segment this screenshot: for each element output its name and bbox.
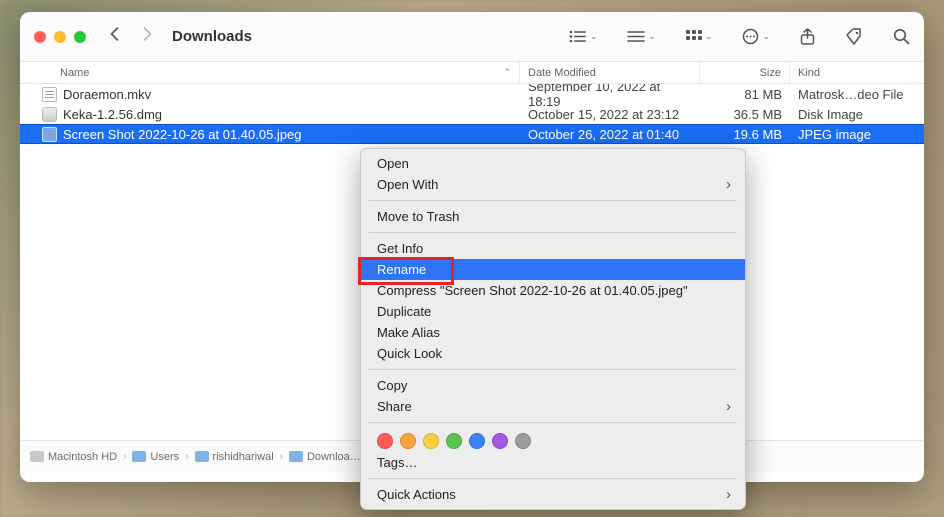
path-segment[interactable]: Downloa… — [289, 451, 361, 463]
file-kind: JPEG image — [790, 127, 924, 142]
path-segment[interactable]: Users — [132, 451, 179, 463]
menu-item-move-to-trash[interactable]: Move to Trash — [361, 206, 745, 227]
menu-separator — [369, 478, 737, 479]
menu-item-share[interactable]: Share — [361, 396, 745, 417]
chevron-down-icon: ⌄ — [705, 31, 713, 42]
file-size: 19.6 MB — [700, 127, 790, 142]
window-controls — [34, 31, 86, 43]
menu-item-quick-actions[interactable]: Quick Actions — [361, 484, 745, 505]
path-separator-icon: › — [280, 451, 283, 462]
menu-separator — [369, 200, 737, 201]
minimize-window-button[interactable] — [54, 31, 66, 43]
chevron-down-icon: ⌄ — [590, 31, 598, 42]
back-button[interactable] — [108, 27, 122, 46]
menu-item-tags[interactable]: Tags… — [361, 452, 745, 473]
menu-item-copy[interactable]: Copy — [361, 375, 745, 396]
file-date: October 15, 2022 at 23:12 — [520, 107, 700, 122]
menu-separator — [369, 232, 737, 233]
file-date: October 26, 2022 at 01:40 — [520, 127, 700, 142]
window-title: Downloads — [172, 28, 252, 45]
menu-separator — [369, 369, 737, 370]
search-button[interactable] — [893, 28, 910, 45]
file-row[interactable]: Keka-1.2.56.dmg October 15, 2022 at 23:1… — [20, 104, 924, 124]
tag-color-dot[interactable] — [515, 433, 531, 449]
chevron-down-icon: ⌄ — [648, 31, 656, 42]
path-separator-icon: › — [185, 451, 188, 462]
path-separator-icon: › — [123, 451, 126, 462]
menu-item-get-info[interactable]: Get Info — [361, 238, 745, 259]
file-icon — [42, 87, 57, 102]
folder-icon — [195, 451, 209, 462]
tag-color-dot[interactable] — [469, 433, 485, 449]
file-kind: Matrosk…deo File — [790, 87, 924, 102]
folder-icon — [289, 451, 303, 462]
file-row[interactable]: Doraemon.mkv September 10, 2022 at 18:19… — [20, 84, 924, 104]
view-list-button[interactable]: ⌄ — [569, 30, 598, 43]
file-icon — [42, 127, 57, 142]
path-segment[interactable]: Macintosh HD — [30, 451, 117, 463]
zoom-window-button[interactable] — [74, 31, 86, 43]
context-menu: OpenOpen With Move to Trash Get InfoRename… — [360, 148, 746, 510]
share-grid-button[interactable]: ⌄ — [686, 30, 713, 44]
toolbar: Downloads ⌄ ⌄ ⌄ ⌄ — [20, 12, 924, 62]
column-headers: Name⌃ Date Modified Size Kind — [20, 62, 924, 84]
file-date: September 10, 2022 at 18:19 — [520, 84, 700, 109]
file-icon — [42, 107, 57, 122]
group-by-button[interactable]: ⌄ — [627, 30, 656, 43]
share-button[interactable] — [800, 28, 815, 46]
file-name: Doraemon.mkv — [63, 87, 151, 102]
path-segment[interactable]: rishidhariwal — [195, 451, 274, 463]
column-header-name[interactable]: Name⌃ — [20, 62, 520, 83]
tags-button[interactable] — [845, 28, 863, 46]
folder-icon — [132, 451, 146, 462]
file-size: 81 MB — [700, 87, 790, 102]
menu-item-rename[interactable]: Rename — [361, 259, 745, 280]
tag-color-dot[interactable] — [446, 433, 462, 449]
path-label: Users — [150, 451, 179, 463]
path-label: Macintosh HD — [48, 451, 117, 463]
chevron-down-icon: ⌄ — [762, 31, 770, 42]
menu-tags-row — [361, 428, 745, 452]
path-label: Downloa… — [307, 451, 361, 463]
column-header-date[interactable]: Date Modified — [520, 62, 700, 83]
forward-button[interactable] — [140, 27, 154, 46]
tag-color-dot[interactable] — [377, 433, 393, 449]
action-button[interactable]: ⌄ — [742, 28, 770, 45]
tag-color-dot[interactable] — [492, 433, 508, 449]
menu-item-open[interactable]: Open — [361, 153, 745, 174]
close-window-button[interactable] — [34, 31, 46, 43]
menu-item-compress-screen-shot-2022-10-26-at-01-40-05-jpeg[interactable]: Compress "Screen Shot 2022-10-26 at 01.4… — [361, 280, 745, 301]
file-size: 36.5 MB — [700, 107, 790, 122]
sort-ascending-icon: ⌃ — [503, 67, 511, 78]
tag-color-dot[interactable] — [423, 433, 439, 449]
menu-separator — [369, 422, 737, 423]
menu-item-duplicate[interactable]: Duplicate — [361, 301, 745, 322]
file-row[interactable]: Screen Shot 2022-10-26 at 01.40.05.jpeg … — [20, 124, 924, 144]
tag-color-dot[interactable] — [400, 433, 416, 449]
menu-item-open-with[interactable]: Open With — [361, 174, 745, 195]
file-name: Screen Shot 2022-10-26 at 01.40.05.jpeg — [63, 127, 302, 142]
column-header-kind[interactable]: Kind — [790, 62, 924, 83]
column-header-size[interactable]: Size — [700, 62, 790, 83]
menu-item-quick-look[interactable]: Quick Look — [361, 343, 745, 364]
menu-item-make-alias[interactable]: Make Alias — [361, 322, 745, 343]
path-label: rishidhariwal — [213, 451, 274, 463]
disk-icon — [30, 451, 44, 462]
file-name: Keka-1.2.56.dmg — [63, 107, 162, 122]
file-kind: Disk Image — [790, 107, 924, 122]
